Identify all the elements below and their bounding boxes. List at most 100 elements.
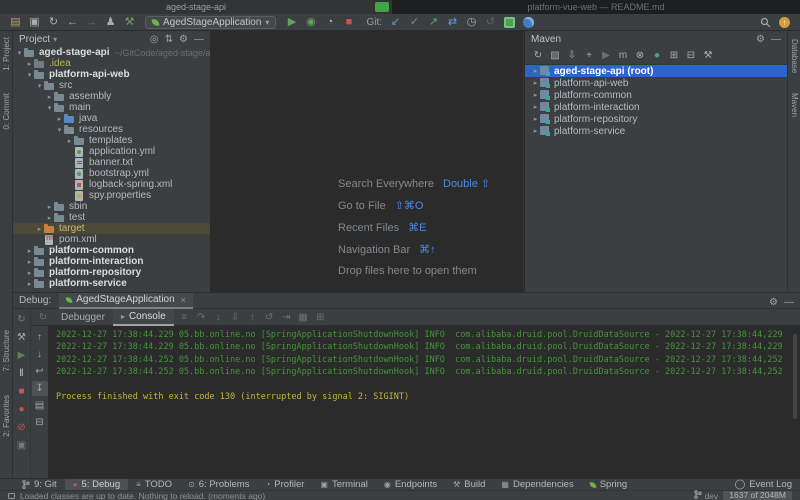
project-item-platform-service[interactable]: ▸platform-service — [13, 278, 210, 289]
debug-session-tab[interactable]: AgedStageApplication × — [59, 293, 193, 309]
restart-icon[interactable]: ↻ — [35, 312, 51, 323]
tool-window-tab-todo[interactable]: ≡TODO — [128, 479, 180, 491]
hide-panel-icon[interactable]: — — [194, 34, 204, 45]
settings-icon[interactable]: ⚙ — [756, 34, 765, 45]
screenshot-plugin-icon[interactable] — [504, 17, 515, 28]
clear-all-icon[interactable]: ⊟ — [32, 414, 48, 431]
run-coverage-icon[interactable]: ◉ — [301, 14, 320, 30]
project-item-pom-xml[interactable]: pom.xml — [13, 234, 210, 245]
run-configuration-select[interactable]: AgedStageApplication — [145, 16, 276, 29]
undo-icon[interactable]: ↺ — [481, 14, 500, 30]
stripe-project[interactable]: 1: Project — [0, 37, 13, 73]
restore-layout-icon[interactable]: ⊞ — [312, 312, 329, 323]
maven-item-platform-service[interactable]: ▸platform-service — [525, 125, 787, 137]
offline-mode-icon[interactable]: ● — [649, 50, 665, 61]
history-icon[interactable]: ◷ — [462, 14, 481, 30]
project-item-platform-common[interactable]: ▸platform-common — [13, 245, 210, 256]
step-into-icon[interactable]: ↓ — [210, 312, 227, 323]
step-out-icon[interactable]: ↑ — [244, 312, 261, 323]
execute-goal-icon[interactable]: m — [615, 50, 631, 61]
settings-icon[interactable]: ⚙ — [769, 297, 778, 308]
tool-window-tab-terminal[interactable]: ▣Terminal — [312, 479, 375, 491]
maven-settings-icon[interactable]: ⚒ — [700, 50, 716, 61]
maven-item-platform-common[interactable]: ▸platform-common — [525, 89, 787, 101]
hide-panel-icon[interactable]: — — [771, 34, 781, 45]
blue-plugin-icon[interactable] — [523, 17, 534, 28]
user-icon[interactable]: ♟ — [101, 14, 120, 30]
tool-window-tab-spring[interactable]: Spring — [582, 479, 635, 491]
open-project-icon[interactable]: ▤ — [6, 14, 25, 30]
project-item-platform-api-web[interactable]: ▾platform-api-web — [13, 69, 210, 80]
up-stack-icon[interactable]: ↑ — [32, 329, 48, 346]
project-item-logback-spring-xml[interactable]: logback-spring.xml — [13, 179, 210, 190]
project-item-test[interactable]: ▸test — [13, 212, 210, 223]
generate-sources-icon[interactable]: ▧ — [547, 50, 563, 61]
step-over-icon[interactable]: ↷ — [193, 312, 210, 323]
expand-collapse-icon[interactable]: ⇅ — [165, 34, 173, 45]
skip-tests-icon[interactable]: ⊗ — [632, 50, 648, 61]
pause-icon[interactable]: ‖ — [13, 365, 31, 383]
stripe-favorites[interactable]: 2: Favorites — [0, 395, 13, 439]
down-stack-icon[interactable]: ↓ — [32, 346, 48, 363]
debug-tab-console[interactable]: ▸Console — [113, 309, 174, 326]
maven-panel-title[interactable]: Maven — [531, 34, 561, 45]
project-panel-title[interactable]: Project — [19, 34, 50, 45]
run-to-cursor-icon[interactable]: ⇥ — [278, 312, 295, 323]
stripe-database[interactable]: Database — [788, 39, 800, 75]
project-item-templates[interactable]: ▸templates — [13, 135, 210, 146]
project-item-src[interactable]: ▾src — [13, 80, 210, 91]
run-icon[interactable]: ▶ — [282, 14, 301, 30]
stripe-maven[interactable]: Maven — [788, 93, 800, 119]
tool-window-tab-build[interactable]: ⚒Build — [445, 479, 493, 491]
git-push-icon[interactable]: ↗ — [424, 14, 443, 30]
tool-window-tab-endpoints[interactable]: ◉Endpoints — [376, 479, 445, 491]
locate-file-icon[interactable]: ◎ — [150, 34, 159, 45]
project-item-sbin[interactable]: ▸sbin — [13, 201, 210, 212]
tool-window-tab-problems[interactable]: ⊙6: Problems — [180, 479, 257, 491]
debug-tab-debugger[interactable]: Debugger — [53, 309, 113, 326]
evaluate-expression-icon[interactable]: ▦ — [295, 312, 312, 323]
stop-icon[interactable]: ■ — [339, 14, 358, 30]
project-item-assembly[interactable]: ▸assembly — [13, 91, 210, 102]
project-item-bootstrap-yml[interactable]: bootstrap.yml — [13, 168, 210, 179]
tool-window-tab-profiler[interactable]: ◔Profiler — [257, 479, 312, 491]
forward-icon[interactable]: → — [82, 14, 101, 30]
project-item-platform-repository[interactable]: ▸platform-repository — [13, 267, 210, 278]
stripe-commit[interactable]: 0: Commit — [0, 93, 13, 131]
update-available-icon[interactable]: ↑ — [779, 17, 790, 28]
console-output[interactable]: 2022-12-27 17:38:44.210 05.bb.online.no … — [49, 326, 800, 478]
background-window-title[interactable]: platform-vue-web — README.md — [392, 0, 800, 14]
memory-indicator[interactable]: 1637 of 2048M — [723, 491, 792, 500]
project-item-aged-stage-api[interactable]: ▾aged-stage-api~/GitCode/aged-stage/aged… — [13, 47, 210, 58]
settings-icon[interactable]: ⚙ — [179, 34, 188, 45]
project-item-resources[interactable]: ▾resources — [13, 124, 210, 135]
console-scrollbar[interactable] — [793, 334, 797, 419]
project-item-platform-interaction[interactable]: ▸platform-interaction — [13, 256, 210, 267]
maven-item-aged-stage-api-root[interactable]: ▸aged-stage-api (root) — [525, 65, 787, 77]
modify-run-config-icon[interactable]: ⚒ — [13, 329, 31, 347]
tool-window-tab-debug[interactable]: ●5: Debug — [65, 479, 128, 491]
add-maven-project-icon[interactable]: + — [581, 50, 597, 61]
close-icon[interactable]: × — [181, 295, 186, 305]
reimport-icon[interactable]: ↻ — [530, 50, 546, 61]
drop-frame-icon[interactable]: ↺ — [261, 312, 278, 323]
soft-wrap-icon[interactable]: ↩ — [32, 363, 48, 380]
hide-panel-icon[interactable]: — — [784, 297, 794, 308]
force-step-into-icon[interactable]: ⇩ — [227, 312, 244, 323]
view-breakpoints-icon[interactable]: ● — [13, 401, 31, 419]
rerun-icon[interactable]: ↻ — [13, 311, 31, 329]
git-branch-widget[interactable]: dev — [694, 490, 719, 500]
maven-item-platform-repository[interactable]: ▸platform-repository — [525, 113, 787, 125]
thread-dump-icon[interactable]: ▣ — [13, 437, 31, 455]
resume-icon[interactable]: ▶ — [13, 347, 31, 365]
tool-window-tab-dependencies[interactable]: ▦Dependencies — [493, 479, 581, 491]
notification-icon[interactable] — [8, 493, 15, 499]
print-icon[interactable]: ▤ — [32, 397, 48, 414]
build-hammer-icon[interactable]: ⚒ — [120, 14, 139, 30]
layout-menu-icon[interactable]: ≡ — [176, 312, 193, 323]
maven-item-platform-interaction[interactable]: ▸platform-interaction — [525, 101, 787, 113]
expand-all-icon[interactable]: ⊞ — [666, 50, 682, 61]
project-item-spy-properties[interactable]: spy.properties — [13, 190, 210, 201]
save-all-icon[interactable]: ▣ — [25, 14, 44, 30]
event-log-button[interactable]: ◯ Event Log — [735, 479, 792, 490]
